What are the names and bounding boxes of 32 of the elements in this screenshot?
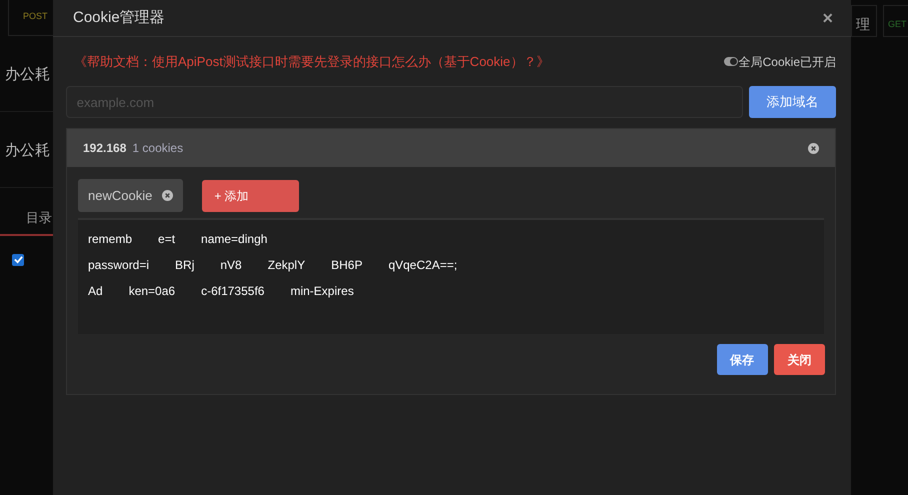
cookie-text: ZekplY [268,257,306,274]
tab-label[interactable]: 理 [851,5,877,37]
cookie-text: c-6f17355f6 [201,283,264,300]
cookie-tab[interactable]: newCookie [78,179,184,212]
remove-icon[interactable] [162,190,174,201]
method-tab[interactable]: GET [883,5,908,37]
cookie-text: ken=0a6 [128,283,176,300]
cookie-text: BRj [175,257,194,274]
cookie-text: password=i [88,257,150,274]
cookie-editor[interactable]: rememb e=t name=dingh password=i BRj nV8 ZekplY BH6P qVqeC2A==; Ad ken=0a6 c-6f17355f6 min-Expires [78,218,824,334]
close-icon[interactable] [808,142,819,154]
cookie-text: BH6P [331,257,362,274]
cookie-text: e=t [158,231,176,248]
close-button[interactable]: × [822,9,833,27]
add-domain-button[interactable]: 添加域名 [749,86,836,118]
close-button[interactable]: 关闭 [774,344,825,375]
save-button[interactable]: 保存 [716,344,768,375]
toggle-switch[interactable] [724,57,738,66]
add-cookie-button[interactable]: + 添加 [202,180,300,212]
cookie-name: newCookie [88,186,152,205]
toggle-label: 全局Cookie已开启 [738,54,836,70]
cookie-text: rememb [88,231,132,248]
cookie-text: nV8 [220,257,242,274]
domain-name: 192.168 [83,140,126,157]
cookie-text: qVqeC2A==; [388,257,458,274]
checkbox[interactable] [12,254,24,266]
cookie-text: Ad [88,283,103,300]
cookie-count: 1 cookies [132,140,184,157]
cookie-text: min-Expires [290,283,354,300]
help-link[interactable]: 《帮助文档：使用ApiPost测试接口时需要先登录的接口怎么办（基于Cookie）？》 [74,52,550,72]
dialog-title: Cookie管理器 [73,8,165,28]
cookie-text: name=dingh [201,231,268,248]
